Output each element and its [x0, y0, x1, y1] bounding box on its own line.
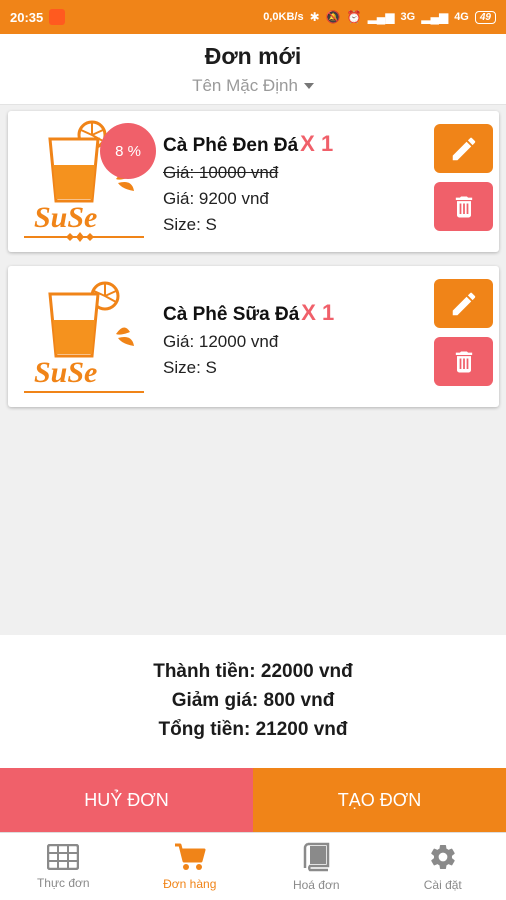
item-name: Cà Phê Sữa Đá	[163, 304, 300, 325]
signal-icon: ▂▄▆	[421, 10, 449, 24]
create-order-button[interactable]: TẠO ĐƠN	[253, 768, 506, 832]
delete-item-button[interactable]	[434, 337, 493, 386]
signal-icon: ▂▄▆	[367, 10, 395, 24]
book-icon	[304, 842, 330, 871]
trash-icon	[455, 196, 472, 217]
trash-icon	[455, 351, 472, 372]
gear-icon	[431, 844, 455, 869]
svg-text:SuSe: SuSe	[34, 356, 97, 389]
item-final-price: Giá: 9200 vnđ	[163, 189, 269, 208]
nav-label: Cài đặt	[423, 877, 462, 892]
item-size: Size: S	[163, 215, 217, 234]
nav-label: Hoá đơn	[292, 877, 340, 892]
signal-4g-label: 4G	[454, 11, 469, 23]
order-actions: HUỶ ĐƠN TẠO ĐƠN	[0, 768, 506, 832]
item-info: Cà Phê Đen Đá X 1 Giá: 10000 vnđ Giá: 92…	[163, 131, 333, 235]
battery-icon: 49	[474, 10, 496, 24]
bluetooth-icon: ✱	[309, 10, 320, 24]
order-item-card[interactable]: SuSe Cà Phê Sữa Đá X 1 Giá: 12000 vnđ Si…	[8, 266, 499, 407]
nav-item-menu[interactable]: Thực đơn	[0, 833, 127, 900]
pencil-icon	[452, 137, 475, 160]
cart-icon	[174, 843, 206, 870]
item-info: Cà Phê Sữa Đá X 1 Giá: 12000 vnđ Size: S	[163, 300, 334, 378]
item-price: Giá: 12000 vnđ	[163, 332, 279, 351]
item-quantity: X 1	[300, 131, 334, 156]
item-name: Cà Phê Đen Đá	[163, 135, 299, 156]
svg-text:SuSe: SuSe	[34, 201, 97, 234]
order-item-card[interactable]: SuSe 8 % Cà Phê Đen Đá X 1 Giá: 10000 vn…	[8, 111, 499, 252]
header: Đơn mới Tên Mặc Định	[0, 34, 506, 105]
item-original-price: Giá: 10000 vnđ	[163, 163, 279, 182]
discount-text: Giảm giá: 800 vnđ	[171, 690, 335, 711]
nav-label: Đơn hàng	[163, 876, 217, 891]
delete-item-button[interactable]	[434, 182, 493, 231]
chevron-down-icon	[303, 83, 314, 89]
discount-badge: 8 %	[100, 123, 156, 179]
cancel-order-button[interactable]: HUỶ ĐƠN	[0, 768, 253, 832]
alarm-icon: ⏰	[346, 10, 362, 24]
nav-label: Thực đơn	[36, 875, 90, 890]
suse-logo: SuSe	[24, 281, 144, 393]
item-quantity: X 1	[301, 300, 335, 325]
notification-icon	[49, 9, 66, 25]
mute-icon: 🔕	[325, 10, 341, 24]
nav-item-invoices[interactable]: Hoá đơn	[253, 833, 380, 900]
network-speed: 0,0KB/s	[263, 11, 304, 23]
signal-3g-label: 3G	[400, 11, 416, 23]
page-title: Đơn mới	[204, 43, 302, 69]
order-summary: Thành tiền: 22000 vnđ Giảm giá: 800 vnđ …	[0, 635, 506, 768]
edit-item-button[interactable]	[434, 279, 493, 328]
nav-item-orders[interactable]: Đơn hàng	[127, 833, 254, 900]
grid-icon	[47, 843, 80, 870]
item-size: Size: S	[163, 358, 217, 377]
bottom-nav: Thực đơn Đơn hàng Hoá đơn Cài đặt	[0, 832, 506, 900]
edit-item-button[interactable]	[434, 124, 493, 173]
item-name-row: Cà Phê Đen Đá X 1	[163, 131, 333, 157]
subtotal-text: Thành tiền: 22000 vnđ	[153, 661, 353, 682]
order-item-list[interactable]: SuSe 8 % Cà Phê Đen Đá X 1 Giá: 10000 vn…	[0, 105, 506, 635]
total-text: Tổng tiền: 21200 vnđ	[158, 719, 348, 740]
status-bar: 20:35 0,0KB/s ✱ 🔕 ⏰ ▂▄▆ 3G ▂▄▆ 4G 49	[0, 0, 506, 34]
customer-name-picker[interactable]: Tên Mặc Định	[192, 76, 314, 96]
pencil-icon	[452, 292, 475, 315]
item-name-row: Cà Phê Sữa Đá X 1	[163, 300, 334, 326]
nav-item-settings[interactable]: Cài đặt	[380, 833, 506, 900]
status-right: 0,0KB/s ✱ 🔕 ⏰ ▂▄▆ 3G ▂▄▆ 4G 49	[263, 10, 496, 24]
picker-value: Tên Mặc Định	[192, 76, 298, 95]
status-time: 20:35	[10, 9, 44, 25]
